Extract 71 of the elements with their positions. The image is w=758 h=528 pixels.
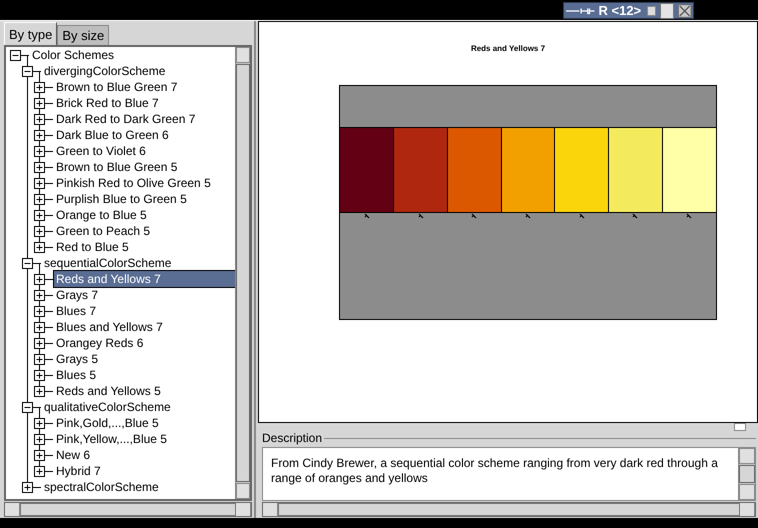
expander-icon[interactable]: [34, 450, 45, 461]
tree-item[interactable]: Reds and Yellows 5: [54, 383, 163, 399]
description-text: From Cindy Brewer, a sequential color scheme ranging from very dark red through a range of oranges and yellows: [270, 455, 719, 487]
expander-icon[interactable]: [34, 178, 45, 189]
tree-item[interactable]: Green to Peach 5: [54, 223, 152, 239]
expander-icon[interactable]: [34, 466, 45, 477]
tab[interactable]: By type: [4, 22, 58, 45]
vertical-scrollbar[interactable]: [235, 47, 250, 499]
expander-icon[interactable]: [34, 370, 45, 381]
tree-item[interactable]: Orangey Reds 6: [54, 335, 146, 351]
tree-item[interactable]: Orange to Blue 5: [54, 207, 149, 223]
splitter-handle[interactable]: [734, 423, 746, 431]
expander-icon[interactable]: [22, 482, 33, 493]
expander-icon[interactable]: [34, 194, 45, 205]
expander-icon[interactable]: [34, 418, 45, 429]
expander-icon[interactable]: [34, 114, 45, 125]
expander-icon[interactable]: [34, 290, 45, 301]
expander-icon[interactable]: [34, 162, 45, 173]
tree-item[interactable]: Brick Red to Blue 7: [54, 95, 161, 111]
tree-item[interactable]: divergingColorScheme: [42, 63, 168, 79]
tab[interactable]: By size: [57, 25, 110, 45]
horizontal-scrollbar[interactable]: [4, 502, 252, 517]
expander-icon[interactable]: [34, 274, 45, 285]
expander-icon[interactable]: [22, 402, 33, 413]
expander-icon[interactable]: [22, 258, 33, 269]
expander-icon[interactable]: [10, 50, 21, 61]
close-button[interactable]: [678, 2, 691, 18]
tree-item[interactable]: Grays 7: [54, 287, 100, 303]
tree-item[interactable]: Brown to Blue Green 7: [54, 79, 180, 95]
expander-icon[interactable]: [34, 242, 45, 253]
expander-icon[interactable]: [34, 146, 45, 157]
expander-icon[interactable]: [34, 338, 45, 349]
tree-item[interactable]: qualitativeColorScheme: [42, 399, 173, 415]
tree-item[interactable]: Purplish Blue to Green 5: [54, 191, 189, 207]
pin-icon[interactable]: [566, 6, 594, 16]
expander-icon[interactable]: [34, 434, 45, 445]
tree-item[interactable]: spectralColorScheme: [42, 479, 161, 495]
expander-icon[interactable]: [34, 210, 45, 221]
tree-item[interactable]: Pink,Yellow,...,Blue 5: [54, 431, 169, 447]
preview-title: Reds and Yellows 7: [470, 44, 546, 53]
tree-item[interactable]: Pink,Gold,...,Blue 5: [54, 415, 161, 431]
tree-item[interactable]: Green to Violet 6: [54, 143, 148, 159]
tree-item[interactable]: Reds and Yellows 7: [54, 271, 235, 287]
expander-icon[interactable]: [34, 306, 45, 317]
tree-item[interactable]: Hybrid 7: [54, 463, 103, 479]
tree-item[interactable]: Dark Blue to Green 6: [54, 127, 171, 143]
maximize-button[interactable]: [660, 2, 674, 18]
tree-item[interactable]: Blues 7: [54, 303, 98, 319]
window-title: R <12>: [598, 3, 642, 18]
minimize-button[interactable]: [647, 6, 656, 16]
tree-item[interactable]: Dark Red to Dark Green 7: [54, 111, 198, 127]
expander-icon[interactable]: [34, 82, 45, 93]
expander-icon[interactable]: [22, 66, 33, 77]
tree-item[interactable]: Blues and Yellows 7: [54, 319, 165, 335]
tree-item[interactable]: Pinkish Red to Olive Green 5: [54, 175, 213, 191]
tree-item[interactable]: sequentialColorScheme: [42, 255, 174, 271]
tree-item[interactable]: Red to Blue 5: [54, 239, 131, 255]
expander-icon[interactable]: [34, 354, 45, 365]
tree-item[interactable]: Grays 5: [54, 351, 100, 367]
expander-icon[interactable]: [34, 130, 45, 141]
vertical-scrollbar[interactable]: [738, 448, 755, 500]
expander-icon[interactable]: [34, 98, 45, 109]
expander-icon[interactable]: [34, 322, 45, 333]
expander-icon[interactable]: [34, 226, 45, 237]
horizontal-scrollbar[interactable]: [262, 502, 756, 517]
tree-item[interactable]: New 6: [54, 447, 92, 463]
expander-icon[interactable]: [34, 386, 45, 397]
tree-item[interactable]: Color Schemes: [30, 47, 116, 63]
tree-item[interactable]: Blues 5: [54, 367, 98, 383]
description-heading: Description: [262, 431, 322, 445]
tree-item[interactable]: Brown to Blue Green 5: [54, 159, 180, 175]
